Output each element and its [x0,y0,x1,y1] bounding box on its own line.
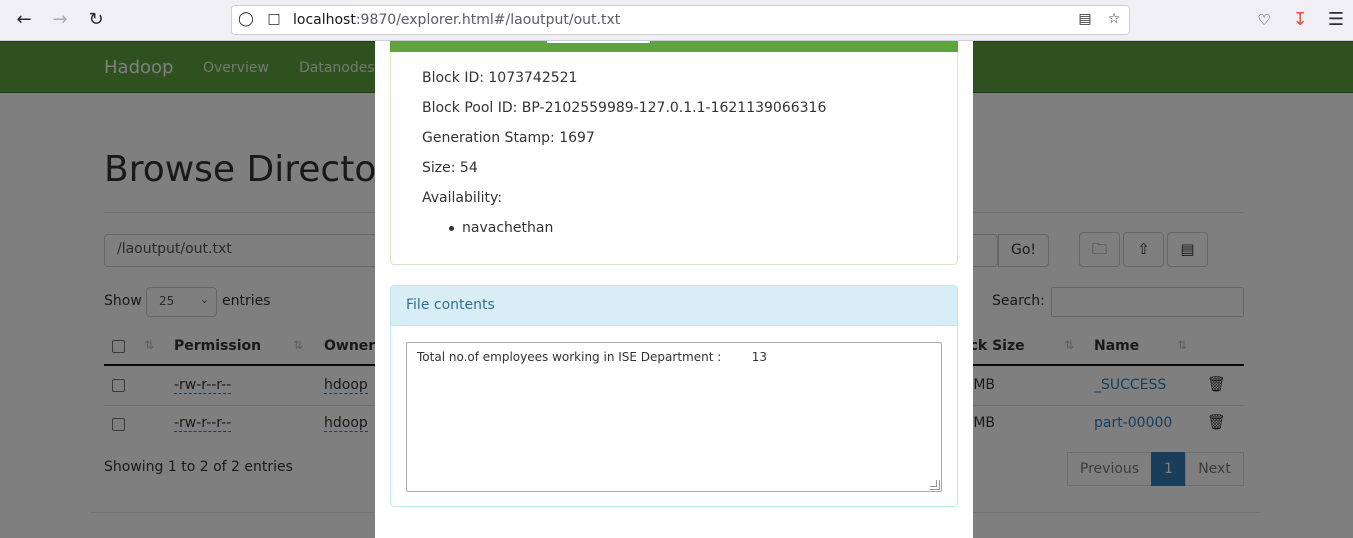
resize-handle-icon[interactable] [930,480,940,490]
url-text[interactable]: localhost:9870/explorer.html#/laoutput/o… [293,12,620,28]
block-id: Block ID: 1073742521 [422,70,578,86]
reader-view-icon[interactable]: ▤ [1076,11,1094,27]
bullet-icon [449,226,454,231]
url-path: :9870/explorer.html#/laoutput/out.txt [355,12,621,28]
address-bar[interactable]: ◯ □ localhost:9870/explorer.html#/laoutp… [231,5,1130,35]
block-size: Size: 54 [422,160,478,176]
block-tabs-bar [390,41,958,52]
bookmark-star-icon[interactable]: ☆ [1105,11,1123,27]
block-info-panel: Block ID: 1073742521 Block Pool ID: BP-2… [390,41,958,265]
browser-toolbar: ← → ↻ ◯ □ localhost:9870/explorer.html#/… [0,0,1353,41]
forward-icon[interactable]: → [48,8,72,32]
active-tab[interactable] [547,41,650,43]
shield-icon[interactable]: ◯ [237,11,255,27]
back-icon[interactable]: ← [12,8,36,32]
file-contents-panel: File contents Total no.of employees work… [390,285,958,507]
availability-label: Availability: [422,190,503,206]
file-contents-text: Total no.of employees working in ISE Dep… [417,350,768,364]
datanode-item: navachethan [462,220,554,236]
download-icon[interactable]: ↧ [1288,8,1312,32]
file-contents-title: File contents [391,286,957,326]
generation-stamp: Generation Stamp: 1697 [422,130,595,146]
file-info-modal: Block ID: 1073742521 Block Pool ID: BP-2… [375,41,973,538]
pocket-icon[interactable]: ♡ [1252,8,1276,32]
menu-icon[interactable]: ☰ [1324,8,1348,32]
reload-icon[interactable]: ↻ [84,8,108,32]
page-icon[interactable]: □ [265,11,283,27]
file-contents-textarea[interactable]: Total no.of employees working in ISE Dep… [406,342,942,492]
url-host: localhost [293,12,356,28]
block-pool-id: Block Pool ID: BP-2102559989-127.0.1.1-1… [422,100,827,116]
